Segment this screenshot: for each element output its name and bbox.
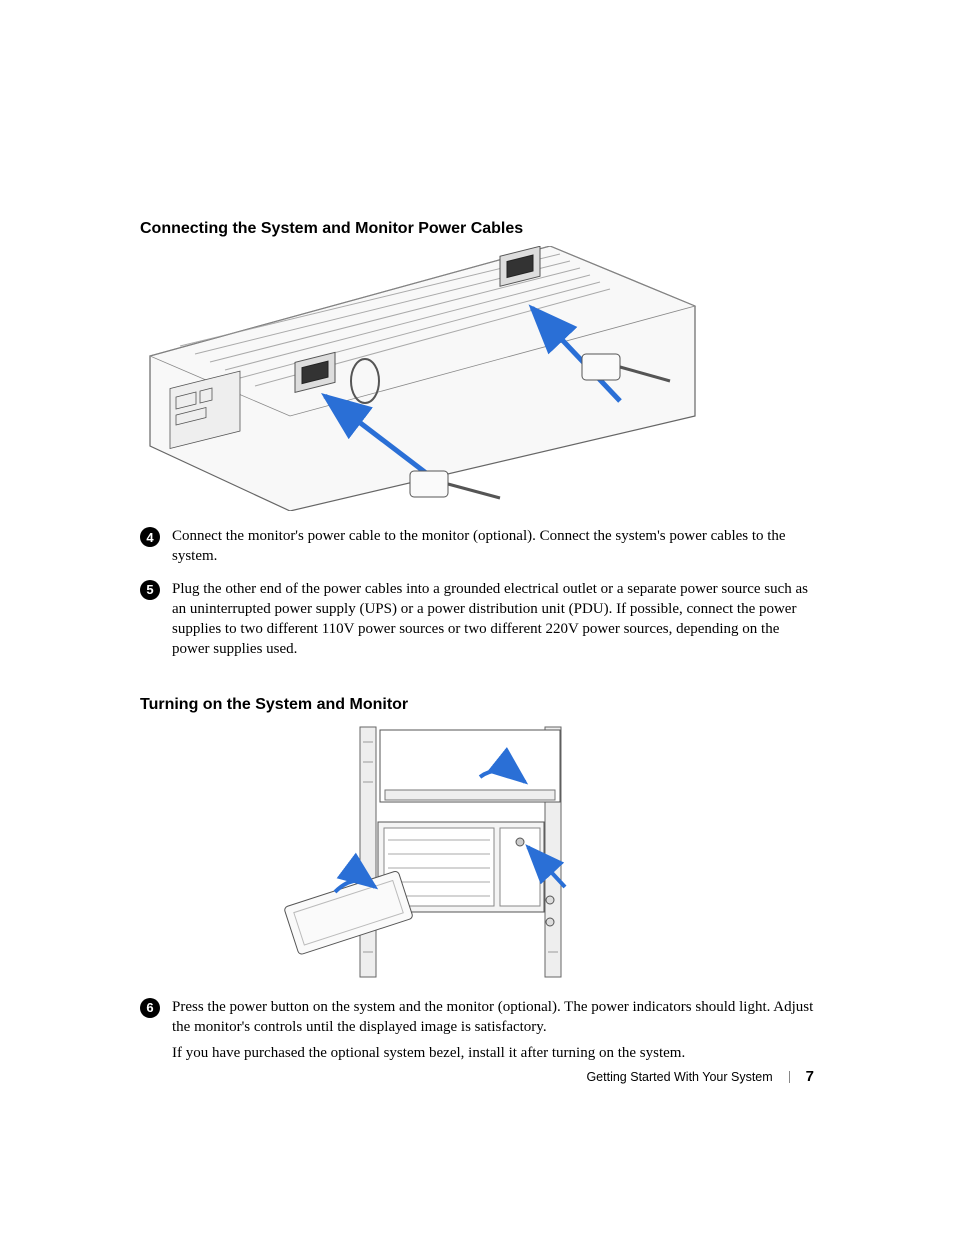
step-5: 5 Plug the other end of the power cables…: [140, 579, 814, 666]
page-number: 7: [806, 1068, 814, 1085]
step-text: Plug the other end of the power cables i…: [172, 579, 814, 666]
power-cable-diagram: [140, 246, 700, 511]
step-6: 6 Press the power button on the system a…: [140, 997, 814, 1070]
step-number-badge: 4: [140, 527, 160, 547]
footer-title: Getting Started With Your System: [586, 1070, 772, 1084]
section-heading-connecting-power: Connecting the System and Monitor Power …: [140, 220, 814, 238]
step-text: Press the power button on the system and…: [172, 997, 814, 1070]
figure-turning-on: [140, 722, 814, 987]
step-4: 4 Connect the monitor's power cable to t…: [140, 526, 814, 573]
page-footer: Getting Started With Your System 7: [586, 1068, 814, 1085]
document-page: Connecting the System and Monitor Power …: [0, 0, 954, 1235]
step-number-badge: 6: [140, 998, 160, 1018]
section-heading-turning-on: Turning on the System and Monitor: [140, 696, 814, 714]
step-number-badge: 5: [140, 580, 160, 600]
figure-power-cables: [140, 246, 814, 516]
step-text: Connect the monitor's power cable to the…: [172, 526, 814, 573]
turning-on-diagram: [250, 722, 690, 982]
footer-divider: [789, 1071, 790, 1083]
